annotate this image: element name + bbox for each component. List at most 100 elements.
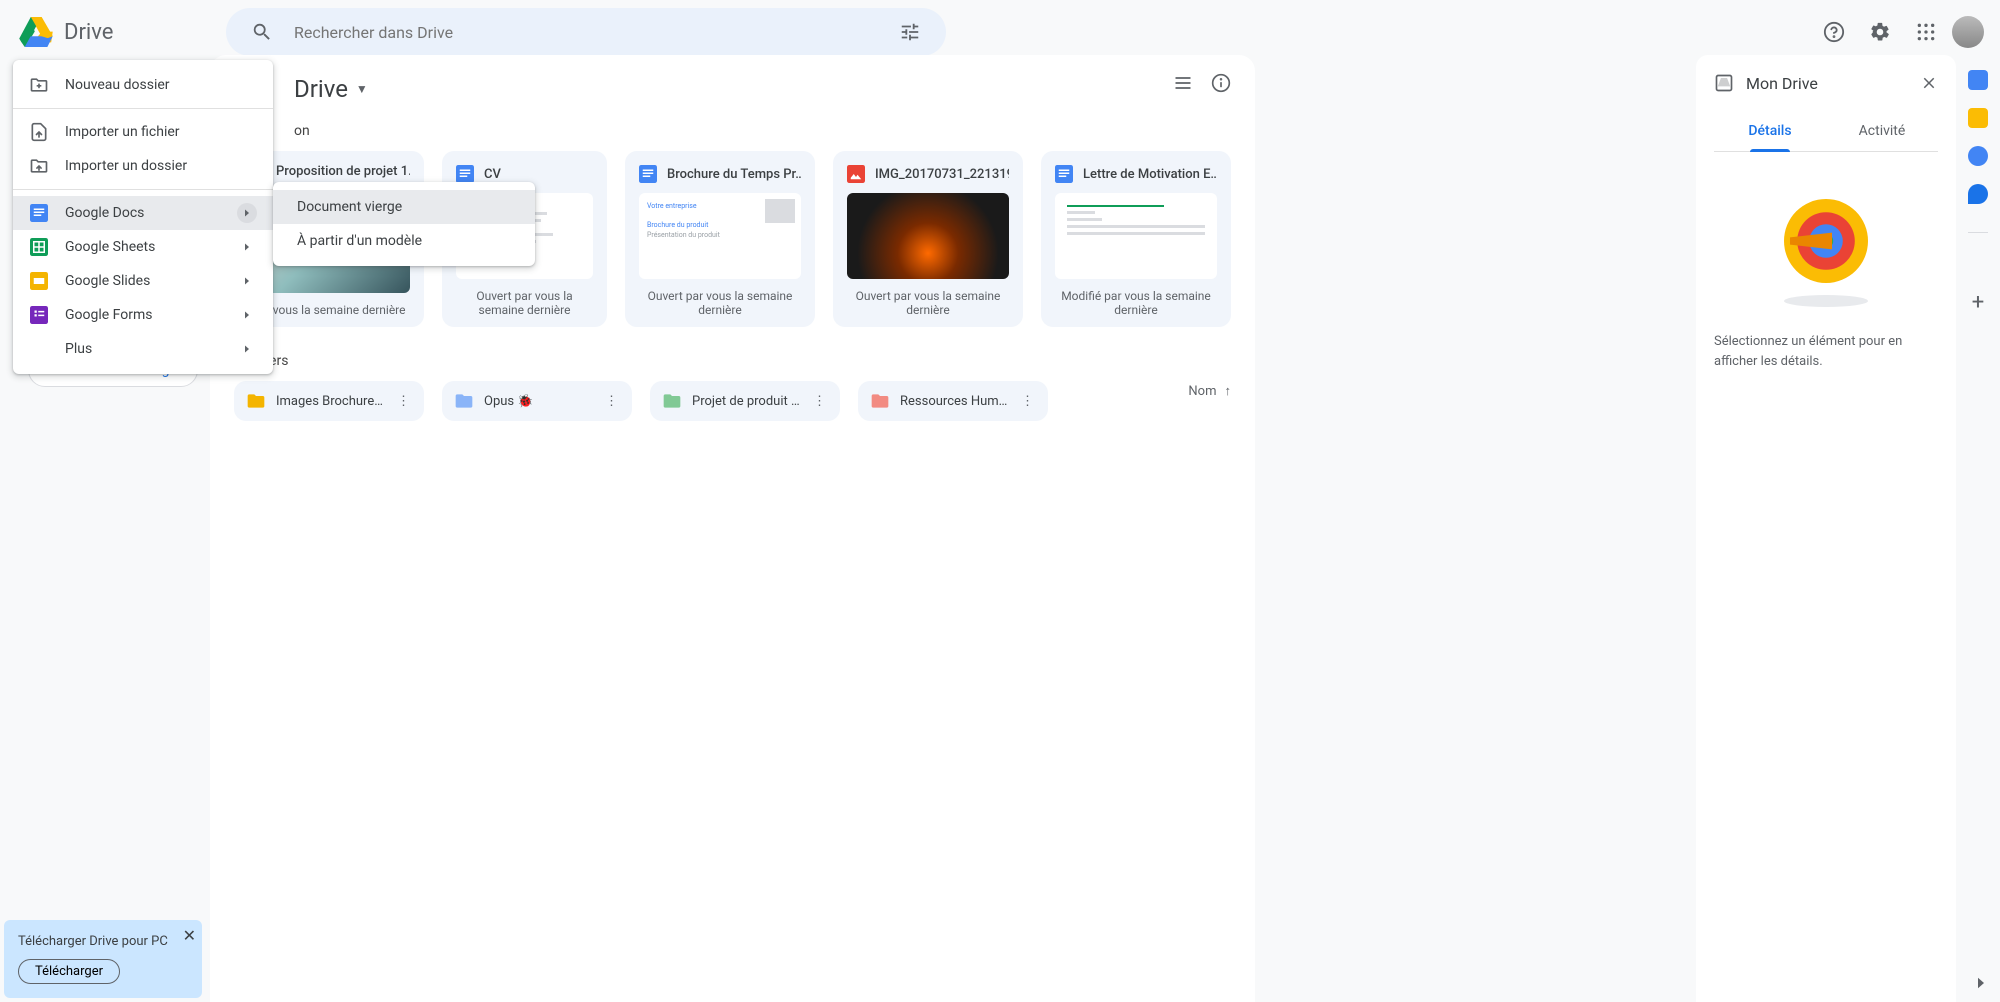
file-title: CV [484,167,501,182]
menu-google-forms[interactable]: Google Forms [13,298,273,332]
details-empty-message: Sélectionnez un élément pour en afficher… [1714,332,1938,371]
sort-control[interactable]: Nom ↑ [1188,383,1231,399]
sort-label: Nom [1188,384,1216,399]
brand-name: Drive [64,20,113,45]
file-card[interactable]: Lettre de Motivation E… Modifié par vous… [1041,151,1231,327]
blank-icon [29,339,49,359]
account-avatar[interactable] [1952,16,1984,48]
file-card[interactable]: IMG_20170731_221319.j… Ouvert par vous l… [833,151,1023,327]
image-icon [847,165,865,183]
keep-app-icon[interactable] [1968,108,1988,128]
new-context-menu: Nouveau dossier Importer un fichier Impo… [13,60,273,374]
sheets-icon [29,237,49,257]
menu-google-docs[interactable]: Google Docs [13,196,273,230]
submenu-from-template[interactable]: À partir d'un modèle [273,224,535,258]
hide-side-panel-icon[interactable] [1972,974,1990,992]
slides-icon [29,271,49,291]
menu-label: Importer un fichier [65,124,180,140]
file-subtitle: Modifié par vous la semaine dernière [1055,289,1217,317]
breadcrumb[interactable]: Drive ▼ [234,75,1231,103]
tab-details[interactable]: Détails [1714,111,1826,151]
menu-label: Importer un dossier [65,158,187,174]
menu-label: Plus [65,341,92,357]
download-drive-toast: ✕ Télécharger Drive pour PC Télécharger [4,920,202,998]
details-panel: Mon Drive Détails Activité Sélectionnez … [1696,55,1956,1002]
folder-name: Images Brochure 2… [276,394,385,409]
folder-item[interactable]: Projet de produit +… ⋮ [650,381,840,421]
more-options-icon[interactable]: ⋮ [811,394,828,409]
more-options-icon[interactable]: ⋮ [395,394,412,409]
folder-item[interactable]: Images Brochure 2… ⋮ [234,381,424,421]
submenu-blank-document[interactable]: Document vierge [273,190,535,224]
folder-name: Opus 🐞 [484,394,593,409]
folder-icon [246,391,266,411]
arrow-up-icon: ↑ [1225,383,1232,399]
logo-area: Drive [16,12,216,52]
docs-submenu: Document vierge À partir d'un modèle [273,182,535,266]
caret-down-icon: ▼ [356,82,368,96]
contacts-app-icon[interactable] [1968,184,1988,204]
more-options-icon[interactable]: ⋮ [603,394,620,409]
main-toolbar [1173,73,1231,93]
menu-label: Nouveau dossier [65,77,170,93]
forms-icon [29,305,49,325]
info-icon[interactable] [1211,73,1231,93]
menu-more[interactable]: Plus [13,332,273,366]
file-preview [1055,193,1217,279]
folder-icon [454,391,474,411]
file-upload-icon [29,122,49,142]
file-preview [847,193,1009,279]
folder-name: Projet de produit +… [692,394,801,409]
file-subtitle: Ouvert par vous la semaine dernière [456,289,593,317]
file-title: Lettre de Motivation E… [1083,167,1217,182]
search-bar[interactable] [226,8,946,56]
menu-google-sheets[interactable]: Google Sheets [13,230,273,264]
help-icon[interactable] [1814,12,1854,52]
menu-label: Google Sheets [65,239,155,255]
folder-icon [662,391,682,411]
more-options-icon[interactable]: ⋮ [1019,394,1036,409]
menu-upload-file[interactable]: Importer un fichier [13,115,273,149]
strip-separator [1968,232,1988,252]
header-icons [1814,12,1984,52]
file-title: Brochure du Temps Pr… [667,167,801,182]
details-title: Mon Drive [1746,74,1818,93]
settings-icon[interactable] [1860,12,1900,52]
new-folder-icon [29,75,49,95]
folder-upload-icon [29,156,49,176]
folder-item[interactable]: Opus 🐞 ⋮ [442,381,632,421]
folders-section-label: Dossiers [234,353,1231,369]
tune-icon[interactable] [890,12,930,52]
menu-separator [13,189,273,190]
download-button[interactable]: Télécharger [18,959,120,984]
apps-grid-icon[interactable] [1906,12,1946,52]
search-input[interactable] [294,23,878,42]
menu-google-slides[interactable]: Google Slides [13,264,273,298]
calendar-app-icon[interactable] [1968,70,1988,90]
folder-item[interactable]: Ressources Humai… ⋮ [858,381,1048,421]
suggested-label-fragment: on [294,123,1231,139]
file-card[interactable]: Brochure du Temps Pr… Votre entrepriseBr… [625,151,815,327]
drive-logo-icon [16,12,56,52]
menu-label: Google Slides [65,273,150,289]
tab-activity[interactable]: Activité [1826,111,1938,151]
menu-new-folder[interactable]: Nouveau dossier [13,68,273,102]
close-icon[interactable] [1920,74,1938,92]
file-title: IMG_20170731_221319.j… [875,167,1009,182]
close-icon[interactable]: ✕ [183,926,196,945]
docs-icon [29,203,49,223]
add-addons-icon[interactable]: + [1972,290,1984,315]
file-subtitle: Ouvert par vous la semaine dernière [639,289,801,317]
side-app-strip: + [1956,60,2000,315]
tasks-app-icon[interactable] [1968,146,1988,166]
list-view-icon[interactable] [1173,73,1193,93]
drive-icon-boxed [1714,73,1734,93]
folder-name: Ressources Humai… [900,394,1009,409]
toast-title: Télécharger Drive pour PC [18,934,188,949]
folder-icon [870,391,890,411]
menu-label: Google Docs [65,205,144,221]
file-subtitle: Ouvert par vous la semaine dernière [847,289,1009,317]
menu-upload-folder[interactable]: Importer un dossier [13,149,273,183]
search-icon[interactable] [242,12,282,52]
file-title: Proposition de projet 1… [276,165,410,178]
